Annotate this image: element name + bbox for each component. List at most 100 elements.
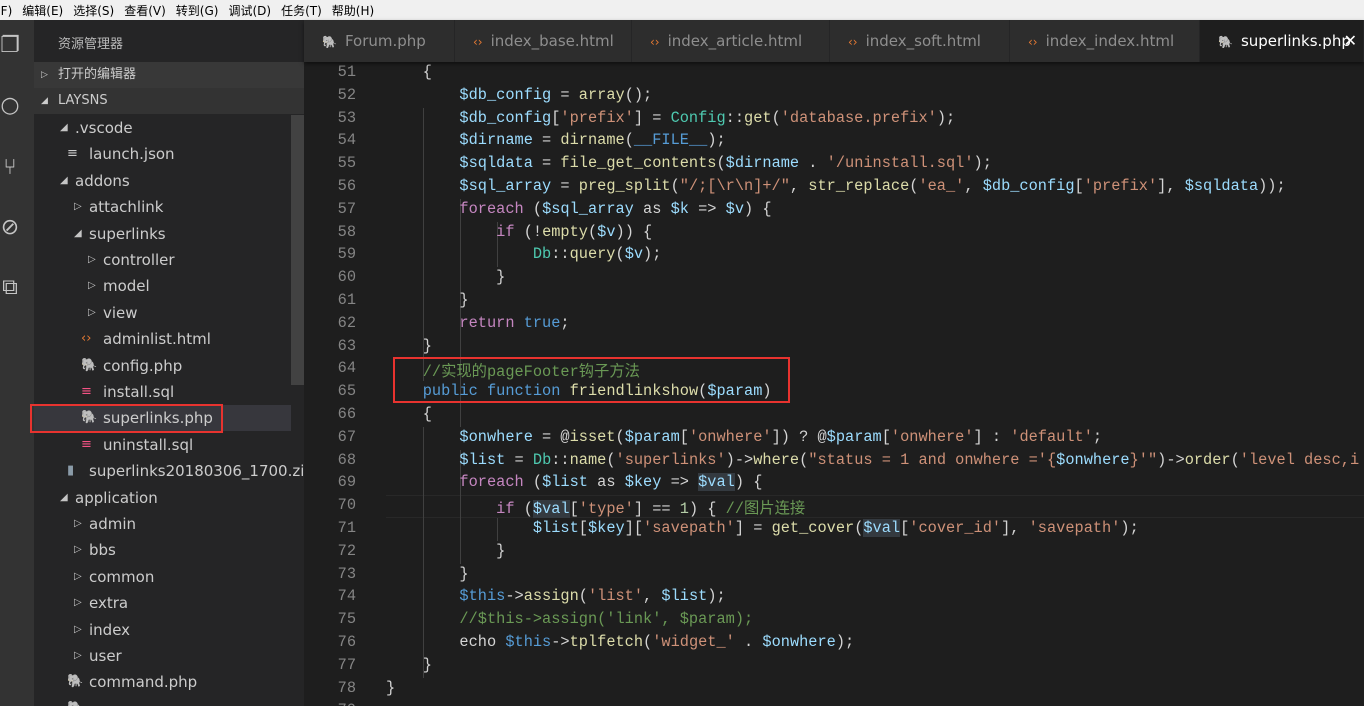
tree-item[interactable]: ▷ attachlink (34, 194, 291, 220)
code-line[interactable]: } (386, 656, 432, 674)
close-icon[interactable]: ✕ (1344, 20, 1357, 62)
tree-item[interactable]: ▷ bbs (34, 537, 291, 563)
tree-item[interactable]: ▷ user (34, 643, 291, 669)
code-line[interactable]: $db_config = array(); (386, 86, 652, 104)
html-brackets-icon: ‹› (848, 35, 858, 49)
code-line[interactable]: //$this->assign('link', $param); (386, 610, 753, 628)
line-number: 51 (337, 63, 356, 81)
menu-item[interactable]: 转到(G) (176, 2, 219, 19)
debug-icon[interactable]: ⊘ (0, 214, 20, 242)
code-token: } (386, 564, 469, 583)
code-token: )-> (725, 450, 754, 469)
code-line[interactable]: return true; (386, 314, 569, 332)
code-token: $v (725, 199, 745, 218)
code-token: 'level desc,i (1239, 450, 1360, 469)
code-line[interactable]: } (386, 679, 395, 697)
tree-item[interactable]: ≡ install.sql (34, 379, 291, 405)
tree-item[interactable]: ▷ extra (34, 590, 291, 616)
code-token: $sqldata (1184, 177, 1259, 195)
menu-item[interactable]: 帮助(H) (332, 2, 374, 19)
tree-item[interactable]: ▷ model (34, 273, 291, 299)
tree-item[interactable]: ▷ controller (34, 247, 291, 273)
code-line[interactable]: { (386, 405, 432, 423)
code-token: = (505, 450, 533, 469)
line-number: 63 (337, 336, 356, 355)
chevron-right-icon: ▷ (88, 254, 96, 265)
code-line[interactable]: } (386, 542, 505, 560)
code-line[interactable]: { (386, 63, 432, 81)
line-number: 71 (337, 519, 356, 537)
tree-item[interactable]: ▷ index (34, 617, 291, 643)
line-number: 66 (337, 405, 356, 423)
tree-item[interactable]: 🐘 (34, 696, 291, 706)
line-number: 76 (337, 633, 356, 651)
code-line[interactable]: foreach ($list as $key => $val) { (386, 473, 762, 492)
code-line[interactable]: $list = Db::name('superlinks')->where("s… (386, 451, 1359, 469)
code-token: $sql_array (542, 199, 634, 218)
code-line[interactable]: $sql_array = preg_split("/;[\r\n]+/", st… (386, 177, 1285, 195)
tree-item[interactable]: ‹› adminlist.html (34, 326, 291, 352)
explorer-icon[interactable]: ❐ (0, 32, 20, 60)
project-section[interactable]: ◢ LAYSNS (34, 88, 304, 114)
tab[interactable]: ‹› index_article.html (632, 20, 830, 62)
tree-item[interactable]: ▷ common (34, 564, 291, 590)
code-line[interactable]: foreach ($sql_array as $k => $v) { (386, 199, 771, 218)
source-control-icon[interactable]: ⑂ (0, 154, 20, 182)
extensions-icon[interactable]: ⧉ (0, 274, 20, 302)
tab[interactable]: ‹› index_base.html (455, 20, 632, 62)
tree-item[interactable]: ◢ .vscode (34, 115, 291, 141)
tree-item-label: superlinks20180306_1700.zip (89, 462, 304, 481)
line-number: 56 (337, 177, 356, 195)
menu-item[interactable]: 选择(S) (73, 2, 114, 19)
code-line[interactable]: } (386, 291, 468, 309)
php-elephant-icon: 🐘 (81, 357, 98, 373)
code-line[interactable]: $db_config['prefix'] = Config::get('data… (386, 109, 955, 127)
tab[interactable]: ‹› index_soft.html (830, 20, 1010, 62)
code-line[interactable]: } (386, 268, 505, 286)
line-number: 78 (337, 678, 356, 697)
code-token: $k (670, 199, 689, 218)
menu-item[interactable]: 件(F) (0, 2, 12, 19)
tree-item[interactable]: ≡ uninstall.sql (34, 432, 291, 458)
code-line[interactable]: Db::query($v); (386, 245, 662, 263)
code-token: __FILE__ (633, 131, 708, 150)
code-line[interactable]: if ($val['type'] == 1) { //图片连接 (386, 496, 805, 519)
code-token: Config (670, 108, 726, 127)
tab-label: index_article.html (667, 32, 803, 50)
tree-item[interactable]: ◢ superlinks (34, 221, 291, 247)
tree-item[interactable]: 🐘 config.php (34, 353, 291, 379)
menu-item[interactable]: 编辑(E) (22, 2, 63, 19)
code-line[interactable]: echo $this->tplfetch('widget_' . $onwher… (386, 633, 854, 651)
explorer-title: 资源管理器 (58, 37, 124, 52)
tree-item[interactable]: ◢ addons (34, 168, 291, 194)
open-editors-section[interactable]: ▷ 打开的编辑器 (34, 62, 304, 88)
code-line[interactable]: $list[$key]['savepath'] = get_cover($val… (386, 519, 1139, 537)
tree-item[interactable]: ≡ launch.json (34, 141, 291, 167)
tree-item[interactable]: ▮ superlinks20180306_1700.zip (34, 458, 304, 484)
tree-item[interactable]: ◢ application (34, 485, 291, 511)
tab[interactable]: 🐘 superlinks.php ✕ (1200, 20, 1364, 62)
code-line[interactable]: } (386, 337, 432, 355)
menu-item[interactable]: 任务(T) (281, 2, 322, 19)
search-icon[interactable]: ○ (0, 92, 20, 120)
sidebar-scrollbar[interactable] (291, 115, 304, 385)
tree-item[interactable]: 🐘 command.php (34, 669, 291, 695)
code-line[interactable]: $onwhere = @isset($param['onwhere']) ? @… (386, 428, 1102, 446)
menu-item[interactable]: 调试(D) (228, 2, 271, 19)
tab[interactable]: ‹› index_index.html (1010, 20, 1200, 62)
tab[interactable]: 🐘 Forum.php (304, 20, 455, 62)
code-line[interactable]: if (!empty($v)) { (386, 223, 652, 241)
code-line[interactable]: $this->assign('list', $list); (386, 587, 725, 605)
tree-item-label: .vscode (75, 119, 133, 137)
tree-item[interactable]: ▷ admin (34, 511, 291, 537)
menu-item[interactable]: 查看(V) (124, 2, 166, 19)
code-token: $sqldata (386, 154, 533, 173)
tree-item[interactable]: ▷ view (34, 300, 291, 326)
chevron-right-icon: ▷ (74, 570, 82, 582)
code-line[interactable]: $sqldata = file_get_contents($dirname . … (386, 154, 991, 173)
code-token: (! (514, 222, 543, 241)
code-token: $db_config (982, 177, 1075, 195)
line-number: 57 (337, 199, 356, 218)
code-line[interactable]: } (386, 564, 469, 583)
code-line[interactable]: $dirname = dirname(__FILE__); (386, 131, 725, 150)
